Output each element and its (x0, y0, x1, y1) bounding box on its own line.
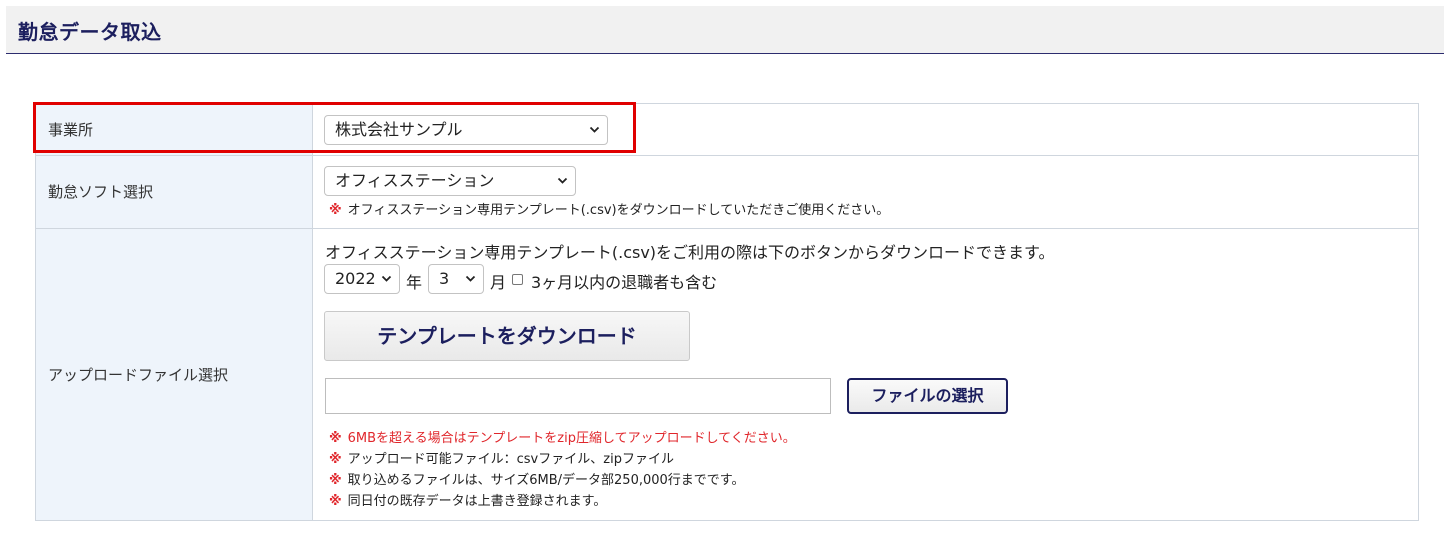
file-path-input[interactable] (325, 378, 831, 414)
office-select-value: 株式会社サンプル (335, 120, 463, 139)
year-select[interactable]: 2022 (324, 264, 400, 294)
value-cell-software: オフィスステーション ※ オフィスステーション専用テンプレート(.csv)をダウン… (313, 156, 1418, 228)
upload-note: ※ 6MBを超える場合はテンプレートをzip圧縮してアップロードしてください。 (329, 427, 796, 446)
value-cell-office: 株式会社サンプル (313, 104, 1418, 155)
upload-note: ※ 取り込めるファイルは、サイズ6MB/データ部250,000行までです。 (329, 469, 745, 488)
year-unit-label: 年 (406, 273, 423, 292)
page-header: 勤怠データ取込 (6, 6, 1444, 54)
retired-checkbox-label: 3ヶ月以内の退職者も含む (531, 273, 718, 292)
software-label: 勤怠ソフト選択 (48, 183, 154, 201)
upload-note-text: 同日付の既存データは上書き登録されます。 (347, 494, 607, 509)
label-cell-upload: アップロードファイル選択 (36, 229, 313, 520)
software-select-value: オフィスステーション (335, 171, 495, 190)
label-cell-software: 勤怠ソフト選択 (36, 156, 313, 228)
upload-note: ※ 同日付の既存データは上書き登録されます。 (329, 490, 606, 509)
month-select[interactable]: 3 (428, 264, 484, 294)
office-label: 事業所 (48, 121, 94, 139)
retired-checkbox[interactable] (512, 274, 523, 285)
row-upload: アップロードファイル選択 オフィスステーション専用テンプレート(.csv)をご利… (36, 229, 1418, 520)
upload-note-text: 取り込めるファイルは、サイズ6MB/データ部250,000行までです。 (347, 473, 745, 488)
row-office: 事業所 株式会社サンプル (36, 104, 1418, 156)
asterisk-mark: ※ (329, 452, 342, 467)
template-intro-text: オフィスステーション専用テンプレート(.csv)をご利用の際は下のボタンからダウ… (325, 243, 1055, 262)
page-title: 勤怠データ取込 (18, 20, 162, 44)
upload-note-text: アップロード可能ファイル：csvファイル、zipファイル (347, 452, 674, 467)
upload-note-text: 6MBを超える場合はテンプレートをzip圧縮してアップロードしてください。 (347, 431, 796, 446)
asterisk-mark: ※ (329, 473, 342, 488)
chevron-down-icon (381, 265, 392, 303)
asterisk-mark: ※ (329, 494, 342, 509)
row-software: 勤怠ソフト選択 オフィスステーション ※ オフィスステーション専用テンプレート(.… (36, 156, 1418, 229)
month-unit-label: 月 (490, 273, 507, 292)
asterisk-mark: ※ (329, 203, 342, 218)
value-cell-upload: オフィスステーション専用テンプレート(.csv)をご利用の際は下のボタンからダウ… (313, 229, 1418, 520)
chevron-down-icon (465, 265, 476, 303)
asterisk-mark: ※ (329, 431, 342, 446)
office-select[interactable]: 株式会社サンプル (324, 115, 608, 145)
chevron-down-icon (589, 116, 600, 154)
software-select[interactable]: オフィスステーション (324, 166, 576, 196)
download-template-button[interactable]: テンプレートをダウンロード (324, 311, 690, 361)
upload-label: アップロードファイル選択 (48, 366, 229, 384)
year-select-value: 2022 (335, 269, 376, 288)
file-select-button[interactable]: ファイルの選択 (847, 378, 1008, 414)
label-cell-office: 事業所 (36, 104, 313, 155)
software-note-text: オフィスステーション専用テンプレート(.csv)をダウンロードしていただきご使用… (347, 203, 890, 218)
software-note: ※ オフィスステーション専用テンプレート(.csv)をダウンロードしていただきご使… (329, 199, 889, 218)
upload-note: ※ アップロード可能ファイル：csvファイル、zipファイル (329, 448, 674, 467)
import-form-table: 事業所 株式会社サンプル 勤怠ソフト選択 オフィスステーション ※ オフィスステ… (35, 103, 1419, 521)
month-select-value: 3 (439, 269, 450, 288)
